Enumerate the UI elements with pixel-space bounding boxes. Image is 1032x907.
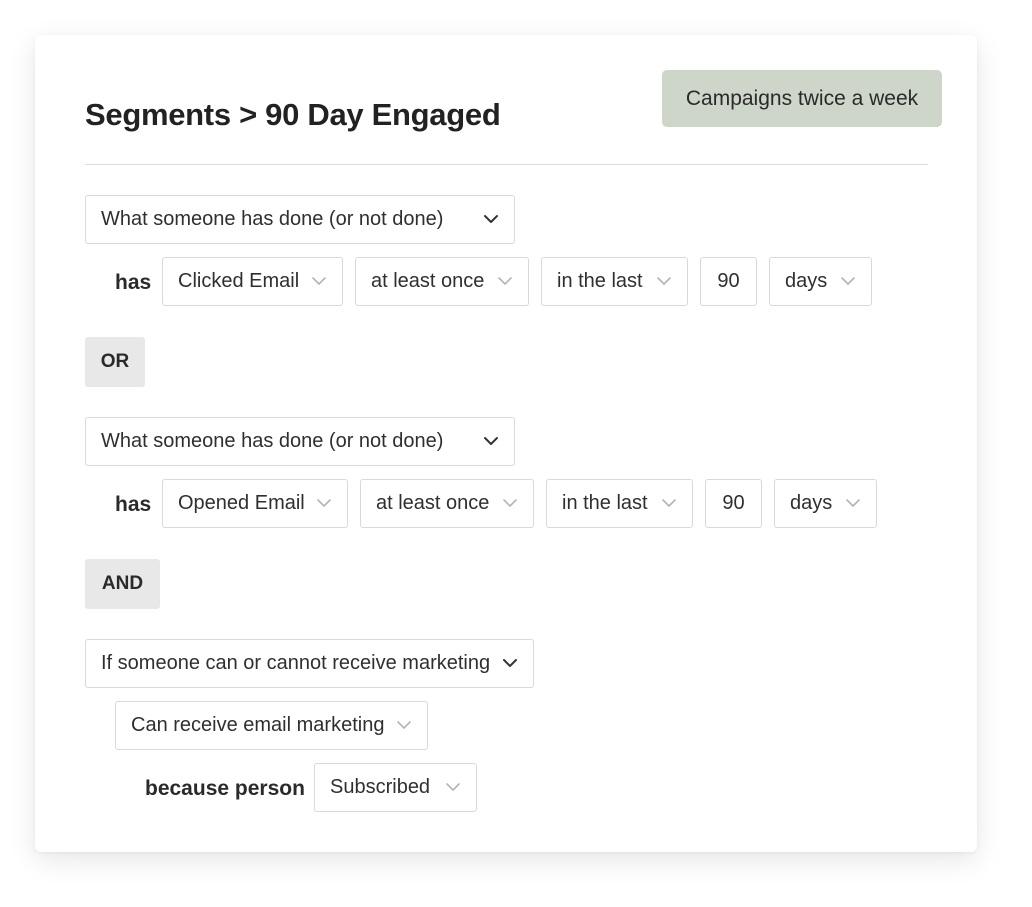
- or-operator-button[interactable]: OR: [85, 337, 145, 387]
- chevron-down-light-icon: [845, 498, 861, 508]
- chevron-down-light-icon: [502, 498, 518, 508]
- chevron-down-light-icon: [316, 498, 332, 508]
- header-divider: [85, 164, 928, 165]
- segment-card: Segments > 90 Day Engaged Campaigns twic…: [35, 35, 977, 852]
- condition-1-unit-label: days: [785, 270, 828, 292]
- condition-2-event-label: Opened Email: [178, 492, 305, 514]
- condition-1-timeframe-label: in the last: [557, 270, 643, 292]
- condition-2-unit-label: days: [790, 492, 833, 514]
- chevron-down-light-icon: [396, 720, 412, 730]
- page-title: Segments > 90 Day Engaged: [85, 97, 501, 132]
- condition-2-unit-select[interactable]: days: [774, 479, 877, 528]
- condition-1-verb: has: [115, 271, 152, 294]
- condition-1-type-label: What someone has done (or not done): [101, 208, 444, 230]
- condition-1-event-label: Clicked Email: [178, 270, 300, 292]
- condition-2-frequency-select[interactable]: at least once: [360, 479, 534, 528]
- chevron-down-light-icon: [445, 782, 461, 792]
- condition-3-reason-select[interactable]: Subscribed: [314, 763, 477, 812]
- condition-2-type-label: What someone has done (or not done): [101, 430, 444, 452]
- condition-3-type-label: If someone can or cannot receive marketi…: [101, 652, 491, 674]
- condition-1-frequency-select[interactable]: at least once: [355, 257, 529, 306]
- condition-3-ability-select[interactable]: Can receive email marketing: [115, 701, 428, 750]
- condition-2-type-select[interactable]: What someone has done (or not done): [85, 417, 515, 466]
- chevron-down-light-icon: [311, 276, 327, 286]
- chevron-down-icon: [502, 658, 518, 668]
- chevron-down-light-icon: [656, 276, 672, 286]
- and-operator-button[interactable]: AND: [85, 559, 160, 609]
- condition-1-count-input[interactable]: 90: [700, 257, 757, 306]
- campaign-frequency-badge[interactable]: Campaigns twice a week: [662, 70, 942, 127]
- condition-2-verb: has: [115, 493, 152, 516]
- condition-2-timeframe-label: in the last: [562, 492, 648, 514]
- condition-1-timeframe-select[interactable]: in the last: [541, 257, 688, 306]
- condition-1-event-select[interactable]: Clicked Email: [162, 257, 343, 306]
- chevron-down-icon: [483, 436, 499, 446]
- condition-3-ability-label: Can receive email marketing: [131, 714, 385, 736]
- condition-3-reason-label: because person: [145, 777, 305, 800]
- chevron-down-light-icon: [840, 276, 856, 286]
- condition-3-reason-value: Subscribed: [330, 776, 431, 798]
- condition-3-type-select[interactable]: If someone can or cannot receive marketi…: [85, 639, 534, 688]
- condition-2-timeframe-select[interactable]: in the last: [546, 479, 693, 528]
- condition-1-frequency-label: at least once: [371, 270, 485, 292]
- chevron-down-light-icon: [497, 276, 513, 286]
- chevron-down-icon: [483, 214, 499, 224]
- condition-1-type-select[interactable]: What someone has done (or not done): [85, 195, 515, 244]
- condition-1-unit-select[interactable]: days: [769, 257, 872, 306]
- condition-2-event-select[interactable]: Opened Email: [162, 479, 348, 528]
- condition-2-frequency-label: at least once: [376, 492, 490, 514]
- condition-2-count-input[interactable]: 90: [705, 479, 762, 528]
- chevron-down-light-icon: [661, 498, 677, 508]
